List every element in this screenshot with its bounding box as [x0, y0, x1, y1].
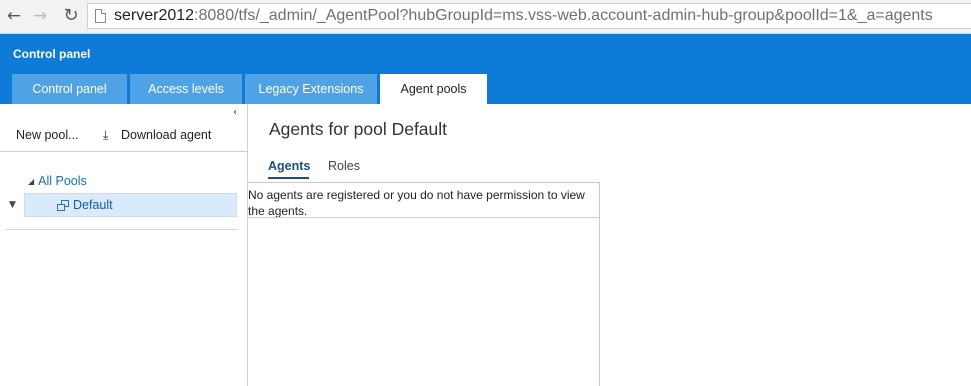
tab-agent-pools[interactable]: Agent pools — [380, 74, 487, 104]
tab-roles[interactable]: Roles — [328, 159, 360, 173]
tree-item-default-label: Default — [73, 198, 113, 212]
new-pool-button[interactable]: New pool... — [16, 128, 79, 142]
pools-sidebar: ‹ New pool... ⤓ Download agent ◢ All Pools… — [0, 104, 247, 386]
row-menu-arrow-icon[interactable]: ▼ — [9, 200, 16, 210]
collapse-panel-icon[interactable]: ‹ — [233, 107, 237, 118]
agents-grid: No agents are registered or you do not h… — [247, 182, 600, 386]
active-tab-underline — [268, 177, 309, 179]
browser-toolbar: ← → ↻ server2012:8080/tfs/_admin/_AgentP… — [0, 0, 971, 34]
tree-all-pools-label: All Pools — [38, 174, 87, 188]
expand-triangle-icon[interactable]: ◢ — [28, 177, 34, 186]
url-path: :8080/tfs/_admin/_AgentPool?hubGroupId=m… — [194, 7, 933, 24]
tree-divider — [6, 229, 238, 230]
url-text[interactable]: server2012:8080/tfs/_admin/_AgentPool?hu… — [114, 7, 933, 25]
address-bar[interactable]: server2012:8080/tfs/_admin/_AgentPool?hu… — [87, 3, 971, 29]
tab-agents[interactable]: Agents — [268, 159, 310, 173]
download-icon: ⤓ — [103, 128, 109, 142]
download-agent-button[interactable]: ⤓ Download agent — [103, 128, 211, 143]
back-arrow-icon[interactable]: ← — [4, 6, 24, 26]
page-icon — [95, 9, 106, 23]
tab-access-levels[interactable]: Access levels — [130, 74, 242, 104]
header-title: Control panel — [13, 47, 91, 61]
control-panel-header: Control panel Control panel Access level… — [0, 34, 971, 104]
empty-message: No agents are registered or you do not h… — [248, 188, 585, 218]
download-agent-label: Download agent — [121, 128, 212, 142]
url-host: server2012 — [114, 7, 195, 24]
toolbar-divider — [0, 151, 247, 152]
tree-item-default[interactable]: Default — [24, 193, 237, 217]
tree-all-pools[interactable]: ◢ All Pools — [28, 174, 87, 188]
agent-pool-icon — [57, 200, 69, 211]
forward-arrow-icon[interactable]: → — [30, 6, 50, 26]
reload-icon[interactable]: ↻ — [61, 6, 81, 26]
page-title: Agents for pool Default — [269, 119, 448, 139]
tab-legacy-extensions[interactable]: Legacy Extensions — [245, 74, 377, 104]
tab-control-panel[interactable]: Control panel — [12, 74, 127, 104]
grid-divider — [247, 217, 599, 218]
